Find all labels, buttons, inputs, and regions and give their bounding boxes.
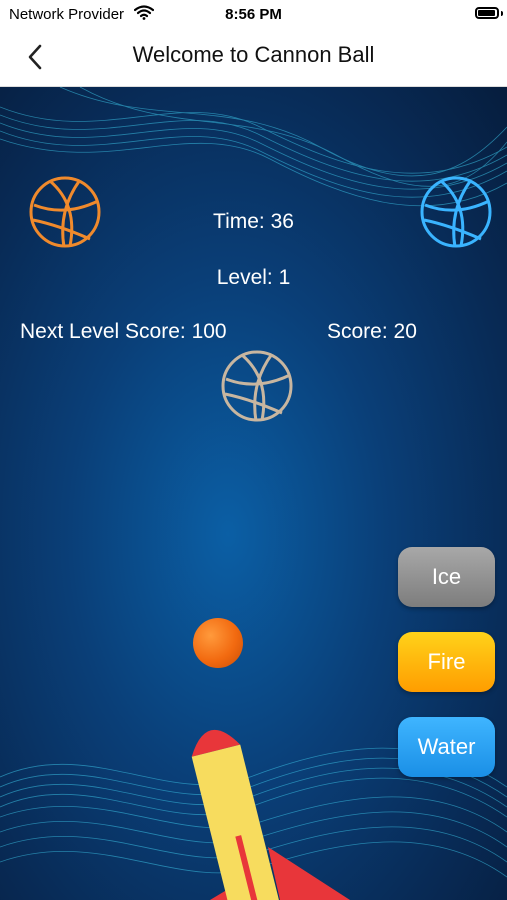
next-level-score: Next Level Score: 100 (20, 320, 227, 343)
score-display: Score: 20 (327, 320, 417, 343)
status-bar: Network Provider 8:56 PM (0, 0, 507, 28)
fire-button[interactable]: Fire (398, 632, 495, 692)
status-time: 8:56 PM (225, 6, 282, 23)
water-button[interactable]: Water (398, 717, 495, 777)
battery-icon (475, 7, 499, 19)
game-area[interactable]: Time: 36 Level: 1 Next Level Score: 100 … (0, 87, 507, 900)
page-title: Welcome to Cannon Ball (132, 42, 375, 67)
orange-basketball-target (29, 176, 101, 248)
blue-basketball-target (420, 176, 492, 248)
level-display: Level: 1 (216, 266, 291, 289)
navigation-bar: Welcome to Cannon Ball (0, 28, 507, 87)
cannon-ball (193, 618, 243, 668)
ice-button[interactable]: Ice (398, 547, 495, 607)
cannon[interactable] (150, 687, 390, 900)
beige-basketball-target (221, 350, 293, 422)
